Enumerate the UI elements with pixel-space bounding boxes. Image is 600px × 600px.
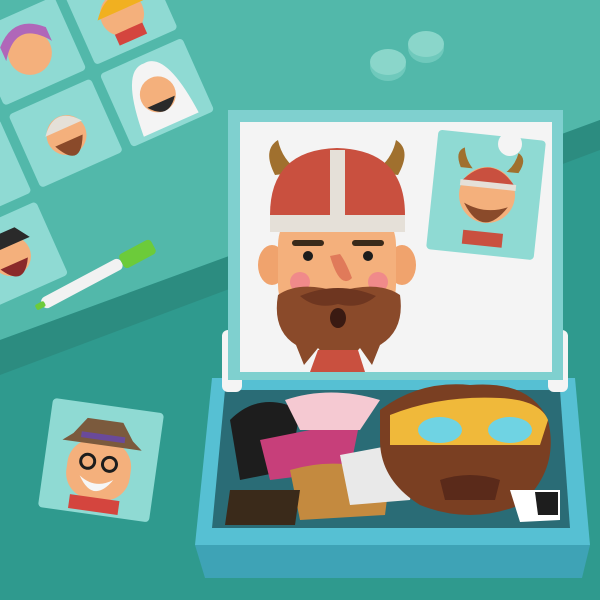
magnetic-box (195, 378, 590, 578)
toy-photo-scene (0, 0, 600, 600)
whiteboard (228, 110, 563, 380)
reference-card (426, 129, 546, 260)
card-grandpa (38, 398, 164, 522)
magnet-dot-icon (498, 132, 522, 156)
